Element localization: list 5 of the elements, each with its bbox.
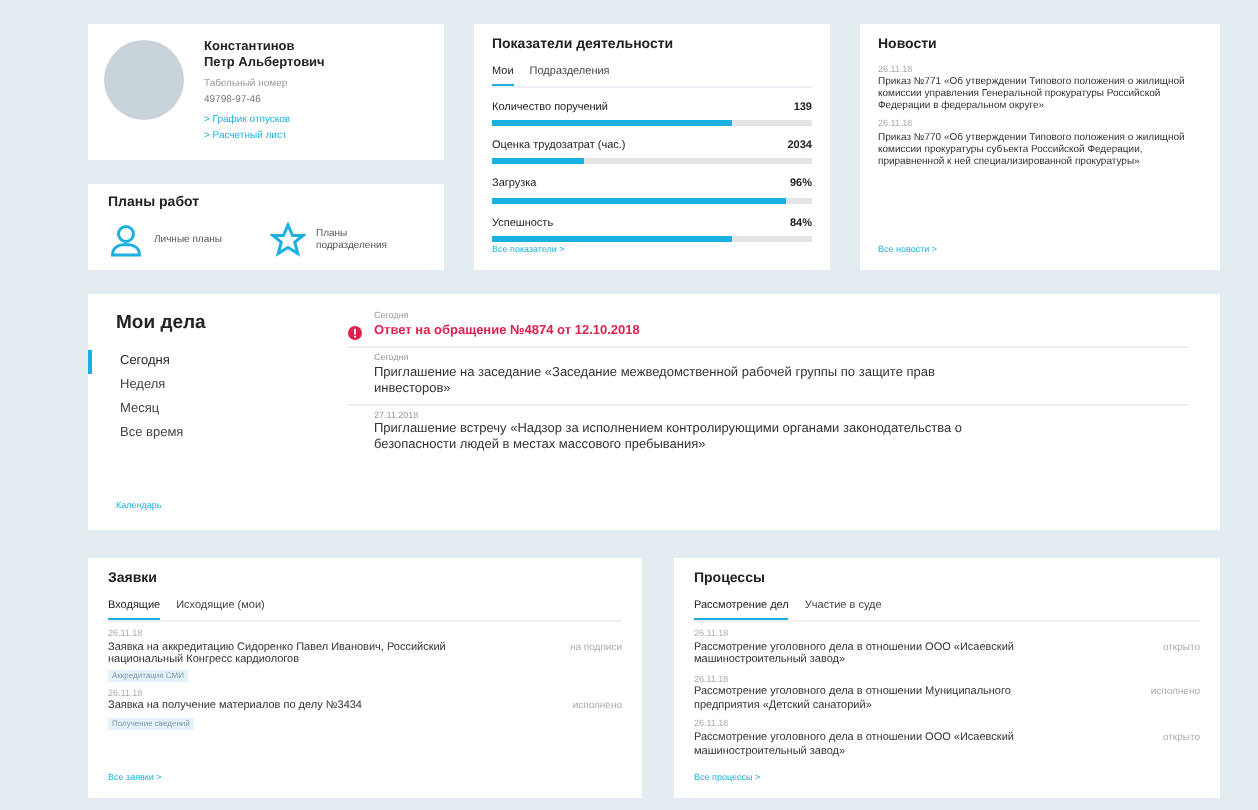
card-title: Мои дела [114, 310, 208, 338]
star-icon [270, 221, 306, 257]
avatar-placeholder [104, 40, 184, 120]
alert-icon [348, 325, 362, 340]
person-icon [108, 221, 144, 257]
